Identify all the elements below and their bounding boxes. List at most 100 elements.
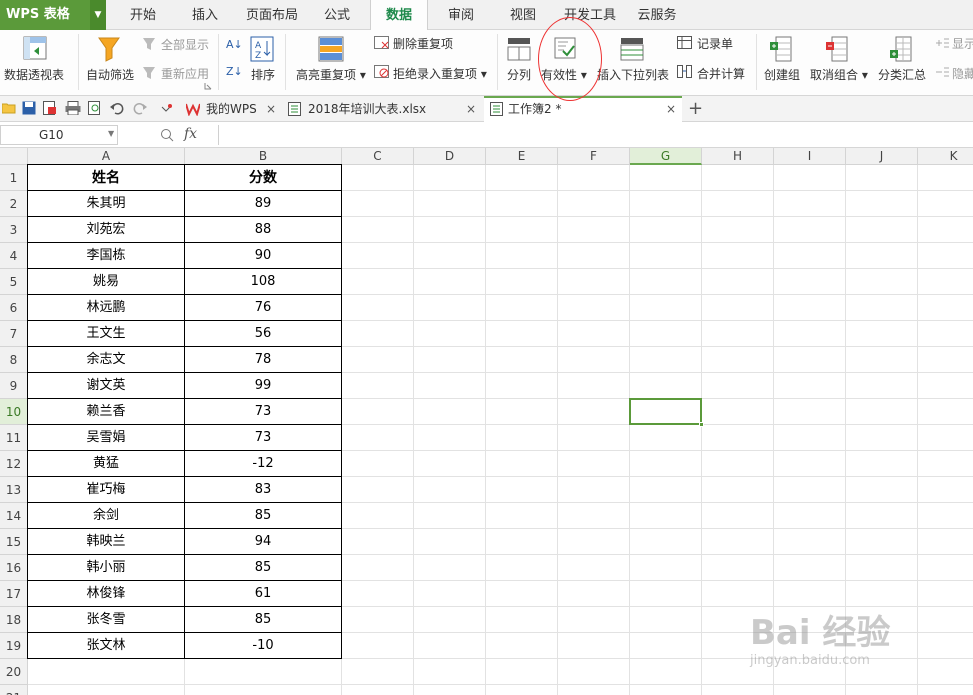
- ribbon-data: 数据透视表 自动筛选 全部显示 重新应用 A↓ Z↓ AZ 排序 高亮重复项 ▾: [0, 30, 973, 96]
- column-header-g[interactable]: G: [630, 148, 702, 165]
- reapply-label: 重新应用: [161, 67, 210, 81]
- row-header-14[interactable]: 14: [0, 503, 28, 529]
- subtotal-label: 分类汇总: [878, 68, 927, 82]
- tab-review[interactable]: 审阅: [436, 0, 486, 30]
- print-preview-icon[interactable]: [88, 101, 102, 115]
- subtotal-icon: [890, 36, 912, 62]
- filter-clear-icon: [143, 38, 155, 50]
- highlight-duplicates-icon: [318, 36, 344, 62]
- undo-icon[interactable]: [110, 101, 124, 115]
- tab-page-layout[interactable]: 页面布局: [240, 0, 304, 30]
- row-header-11[interactable]: 11: [0, 425, 28, 451]
- filter-reapply-icon: [143, 67, 155, 79]
- redo-icon[interactable]: [133, 101, 147, 115]
- tab-data[interactable]: 数据: [370, 0, 428, 31]
- row-header-2[interactable]: 2: [0, 191, 28, 217]
- doc-tab-label: 我的WPS: [206, 102, 257, 116]
- row-header-5[interactable]: 5: [0, 269, 28, 295]
- close-icon[interactable]: ×: [466, 96, 476, 122]
- column-header-c[interactable]: C: [342, 148, 414, 165]
- ribbon-separator: [78, 34, 79, 90]
- row-header-12[interactable]: 12: [0, 451, 28, 477]
- show-all-label: 全部显示: [161, 38, 210, 52]
- tab-cloud-service[interactable]: 云服务: [632, 0, 682, 30]
- search-function-icon[interactable]: [160, 128, 174, 142]
- show-detail-label: 显示: [952, 37, 973, 51]
- name-box[interactable]: G10: [0, 125, 118, 145]
- column-header-d[interactable]: D: [414, 148, 486, 165]
- ribbon-separator: [285, 34, 286, 90]
- column-header-k[interactable]: K: [918, 148, 973, 165]
- watermark-main: Bai 经验: [750, 613, 891, 653]
- gridline: [28, 684, 973, 685]
- wps-icon: [186, 103, 200, 116]
- close-icon[interactable]: ×: [666, 98, 676, 120]
- tab-view[interactable]: 视图: [498, 0, 548, 30]
- row-header-10[interactable]: 10: [0, 399, 28, 425]
- open-folder-icon[interactable]: [2, 102, 16, 114]
- column-header-j[interactable]: J: [846, 148, 918, 165]
- row-header-7[interactable]: 7: [0, 321, 28, 347]
- row-header-19[interactable]: 19: [0, 633, 28, 659]
- chevron-down-icon[interactable]: ▼: [108, 129, 114, 138]
- row-header-21[interactable]: 21: [0, 685, 28, 695]
- row-header-18[interactable]: 18: [0, 607, 28, 633]
- row-header-3[interactable]: 3: [0, 217, 28, 243]
- new-tab-button[interactable]: +: [688, 96, 706, 122]
- sort-za-icon: Z↓: [226, 65, 243, 78]
- column-header-b[interactable]: B: [185, 148, 342, 165]
- tab-home[interactable]: 开始: [118, 0, 168, 30]
- row-header-6[interactable]: 6: [0, 295, 28, 321]
- doc-tab-label: 工作簿2 *: [508, 102, 562, 116]
- sheet-icon: [288, 102, 301, 116]
- fill-handle[interactable]: [699, 422, 704, 427]
- sheet-icon: [490, 102, 503, 116]
- tab-insert[interactable]: 插入: [180, 0, 230, 30]
- close-icon[interactable]: ×: [266, 96, 276, 122]
- formula-input[interactable]: [218, 125, 973, 145]
- active-cell[interactable]: [629, 398, 704, 427]
- dialog-launcher-icon[interactable]: [204, 82, 212, 90]
- save-icon[interactable]: [22, 101, 36, 115]
- consolidate-label: 合并计算: [697, 67, 746, 81]
- gridline: [701, 165, 702, 695]
- row-header-13[interactable]: 13: [0, 477, 28, 503]
- export-pdf-icon[interactable]: [43, 101, 57, 115]
- customize-toolbar-icon[interactable]: [160, 104, 172, 114]
- column-header-i[interactable]: I: [774, 148, 846, 165]
- ribbon-separator: [218, 34, 219, 90]
- row-header-1[interactable]: 1: [0, 165, 28, 191]
- row-header-16[interactable]: 16: [0, 555, 28, 581]
- svg-text:A↓: A↓: [226, 38, 243, 51]
- doc-tab-workbook2[interactable]: 工作簿2 * ×: [484, 96, 682, 122]
- remove-duplicates-label: 删除重复项: [393, 37, 454, 51]
- column-header-f[interactable]: F: [558, 148, 630, 165]
- row-header-9[interactable]: 9: [0, 373, 28, 399]
- doc-tab-label: 2018年培训大表.xlsx: [308, 102, 427, 116]
- autofilter-label: 自动筛选: [86, 68, 135, 82]
- ungroup-icon: [826, 36, 848, 62]
- wps-app-menu-button[interactable]: WPS 表格 ▼: [0, 0, 106, 30]
- chevron-down-icon[interactable]: ▼: [90, 0, 106, 30]
- column-header-a[interactable]: A: [28, 148, 185, 165]
- row-header-4[interactable]: 4: [0, 243, 28, 269]
- row-header-20[interactable]: 20: [0, 659, 28, 685]
- gridline: [629, 165, 630, 695]
- ribbon-separator: [497, 34, 498, 90]
- row-header-17[interactable]: 17: [0, 581, 28, 607]
- record-form-label: 记录单: [697, 37, 734, 51]
- doc-tab-my-wps[interactable]: 我的WPS ×: [180, 96, 282, 122]
- column-header-h[interactable]: H: [702, 148, 774, 165]
- watermark: Bai 经验 jingyan.baidu.com: [750, 585, 950, 675]
- ribbon-separator: [756, 34, 757, 90]
- column-header-e[interactable]: E: [486, 148, 558, 165]
- row-header-15[interactable]: 15: [0, 529, 28, 555]
- select-all-corner[interactable]: [0, 148, 28, 165]
- tab-formulas[interactable]: 公式: [312, 0, 362, 30]
- row-header-8[interactable]: 8: [0, 347, 28, 373]
- insert-function-button[interactable]: fx: [184, 126, 197, 142]
- sort-icon: AZ: [250, 36, 274, 62]
- doc-tab-training-table[interactable]: 2018年培训大表.xlsx ×: [282, 96, 482, 122]
- print-icon[interactable]: [65, 101, 81, 115]
- hide-detail-icon: [936, 67, 949, 77]
